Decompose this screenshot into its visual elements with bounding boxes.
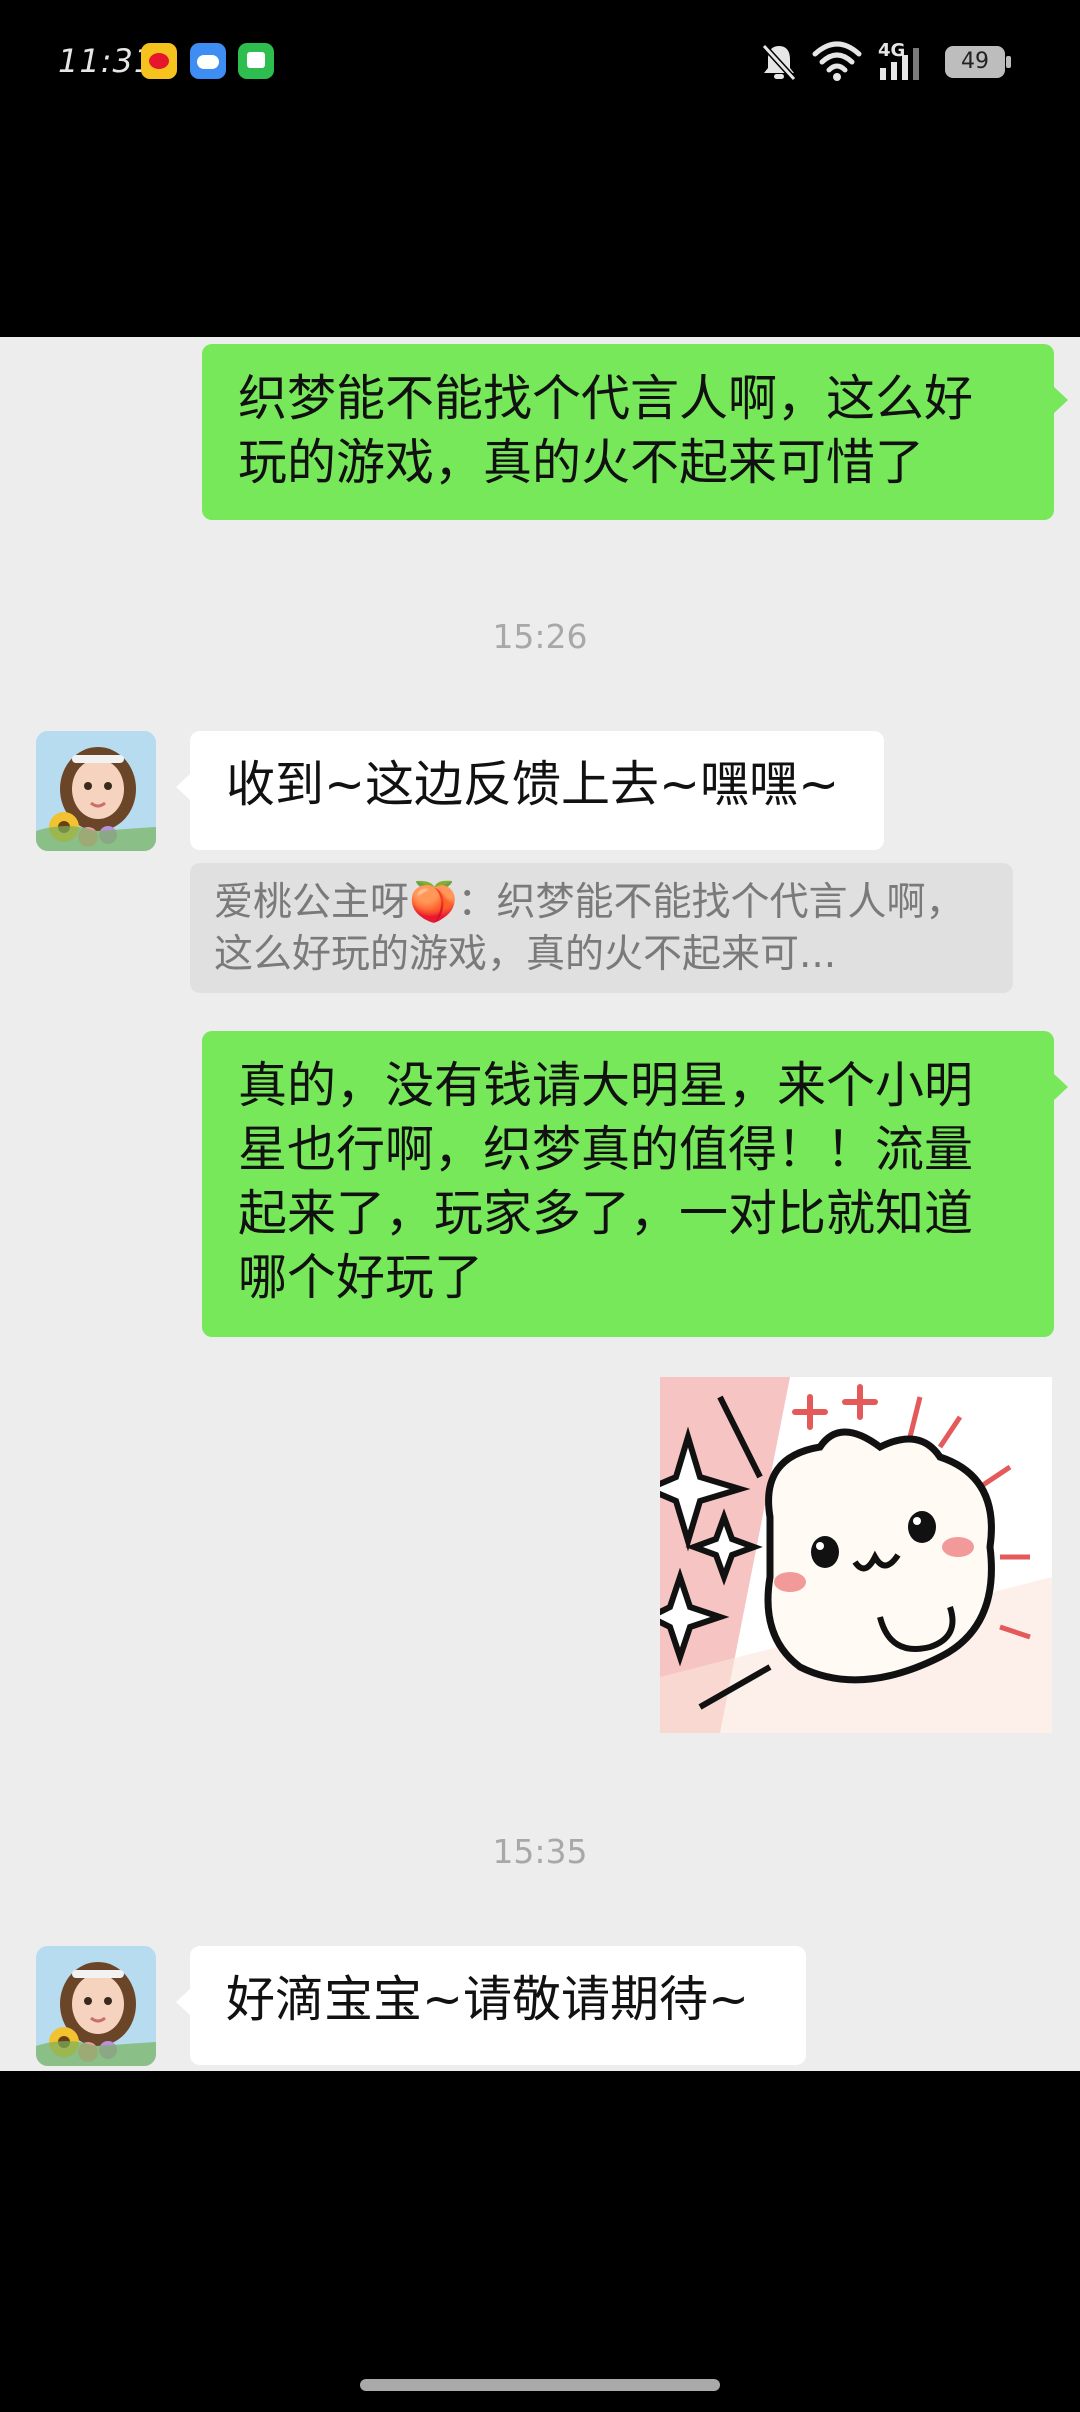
cloud-icon — [190, 43, 226, 79]
message-text: 真的，没有钱请大明星，来个小明星也行啊，织梦真的值得！！流量起来了，玩家多了，一… — [238, 1057, 974, 1306]
mute-icon — [761, 43, 797, 82]
avatar-image-icon — [36, 1946, 156, 2066]
avatar-image-icon — [36, 731, 156, 851]
my-message-bubble[interactable]: 真的，没有钱请大明星，来个小明星也行啊，织梦真的值得！！流量起来了，玩家多了，一… — [202, 1031, 1068, 1337]
title-bar-area — [0, 130, 1080, 337]
message-text: 好滴宝宝~请敬请期待~ — [226, 1971, 750, 2028]
quoted-text: 爱桃公主呀🍑：织梦能不能找个代言人啊，这么好玩的游戏，真的火不起来可... — [214, 880, 965, 977]
wifi-icon — [812, 41, 862, 81]
home-indicator[interactable] — [360, 2379, 720, 2391]
weibo-icon — [141, 43, 177, 79]
messages-icon — [238, 43, 274, 79]
message-text: 收到~这边反馈上去~嘿嘿~ — [226, 756, 840, 813]
battery-icon: 49 — [945, 46, 1011, 78]
chat-area[interactable]: 织梦能不能找个代言人啊，这么好玩的游戏，真的火不起来可惜了 15:26 收到~这… — [0, 337, 1080, 2071]
battery-level: 49 — [961, 49, 989, 74]
signal-icon — [880, 48, 919, 80]
my-message-bubble[interactable]: 织梦能不能找个代言人啊，这么好玩的游戏，真的火不起来可惜了 — [202, 344, 1068, 520]
contact-avatar[interactable] — [36, 731, 156, 851]
their-message-bubble[interactable]: 好滴宝宝~请敬请期待~ — [176, 1946, 806, 2065]
their-message-bubble[interactable]: 收到~这边反馈上去~嘿嘿~ — [176, 731, 884, 850]
message-timestamp: 15:35 — [492, 1832, 588, 1871]
message-text: 织梦能不能找个代言人啊，这么好玩的游戏，真的火不起来可惜了 — [238, 370, 974, 491]
cute-cat-sticker-icon — [660, 1377, 1052, 1733]
sticker-message[interactable] — [660, 1377, 1052, 1733]
message-timestamp: 15:26 — [492, 617, 588, 656]
contact-avatar[interactable] — [36, 1946, 156, 2066]
bottom-area — [0, 2071, 1080, 2412]
status-bar: 11:31 4G 49 — [0, 0, 1080, 130]
quoted-message[interactable]: 爱桃公主呀🍑：织梦能不能找个代言人啊，这么好玩的游戏，真的火不起来可... — [190, 863, 1013, 993]
